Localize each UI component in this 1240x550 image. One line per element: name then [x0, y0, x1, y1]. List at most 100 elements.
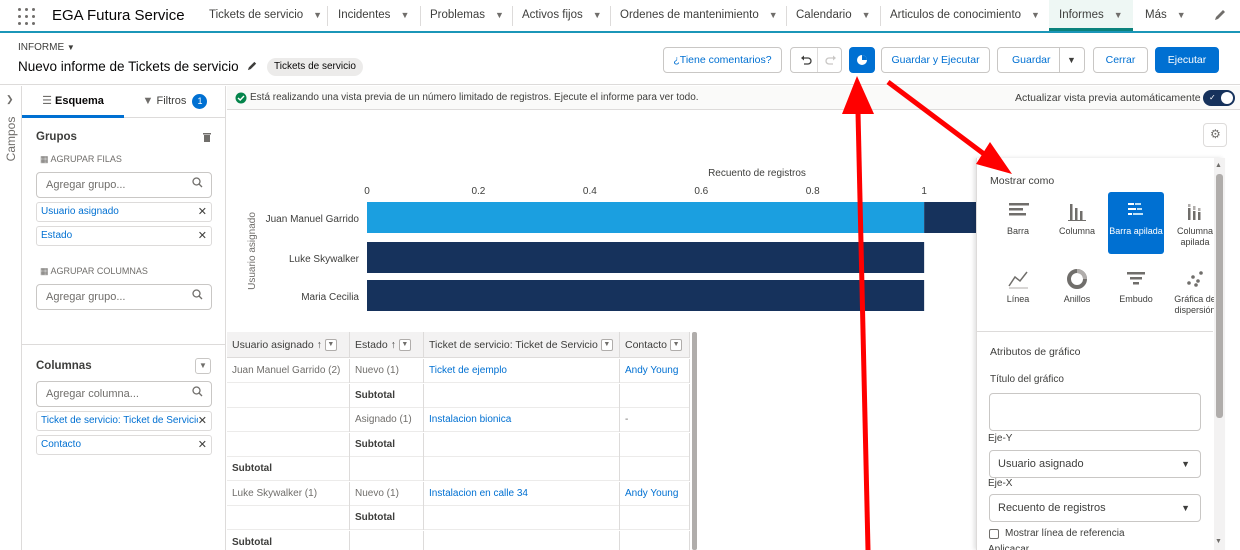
column-pill[interactable]: Contacto ✕ — [36, 435, 212, 455]
chevron-down-icon[interactable]: ▼ — [495, 10, 504, 20]
nav-tab-activos[interactable]: Activos fijos ▼ — [522, 0, 602, 31]
table-cell-estado: Asignado (1) — [350, 408, 424, 432]
table-cell-estado: Subtotal — [350, 383, 424, 408]
table-cell-user — [227, 408, 350, 432]
chevron-down-icon[interactable]: ▼ — [313, 10, 322, 20]
columns-title: Columnas — [36, 360, 92, 372]
chevron-right-icon[interactable]: ❯ — [6, 94, 14, 105]
edit-nav-icon[interactable] — [1213, 8, 1227, 25]
chevron-down-icon[interactable]: ▼ — [769, 10, 778, 20]
caret-down-icon[interactable]: ▼ — [600, 339, 613, 352]
col-header-usuario[interactable]: Usuario asignado ↑ ▼ — [227, 332, 350, 358]
chevron-down-icon[interactable]: ▼ — [1031, 10, 1040, 20]
panel-scrollbar-track[interactable]: ▲ ▼ — [1214, 158, 1225, 550]
chart-type-label: Barra — [1006, 226, 1029, 236]
col-header-contacto[interactable]: Contacto ▼ — [620, 332, 690, 358]
caret-down-icon[interactable]: ▼ — [1067, 48, 1076, 72]
tab-filters[interactable]: ▼ Filtros 1 — [124, 86, 226, 118]
close-button[interactable]: Cerrar — [1093, 47, 1148, 73]
edit-title-icon[interactable] — [247, 60, 258, 74]
table-cell-contacto — [620, 530, 690, 550]
table-cell-contacto[interactable]: Andy Young — [620, 481, 690, 506]
nav-tab-informes[interactable]: Informes ▼ — [1049, 0, 1133, 31]
column-pill[interactable]: Ticket de servicio: Ticket de Servicio ✕ — [36, 411, 212, 431]
x-axis-select[interactable]: Recuento de registros ▼ — [989, 494, 1201, 522]
tab-outline[interactable]: ☰ Esquema — [22, 86, 124, 118]
pill-label: Estado — [41, 230, 73, 241]
save-button[interactable]: Guardar — [1012, 54, 1051, 66]
close-icon[interactable]: ✕ — [198, 227, 207, 245]
nav-tab-incidentes[interactable]: Incidentes ▼ — [338, 0, 409, 31]
add-row-group-input[interactable]: Agregar grupo... — [36, 172, 212, 198]
y-tick-label: Luke Skywalker — [289, 254, 360, 265]
table-cell-ticket[interactable]: Instalacion bionica — [424, 408, 620, 432]
table-row: Asignado (1) Instalacion bionica - — [227, 408, 690, 432]
caret-down-icon[interactable]: ▼ — [324, 339, 337, 352]
caret-down-icon[interactable]: ▼ — [1215, 538, 1222, 545]
add-col-group-input[interactable]: Agregar grupo... — [36, 284, 212, 310]
scrollbar-thumb[interactable] — [1216, 174, 1223, 418]
nav-separator — [786, 6, 787, 26]
row-group-pill[interactable]: Estado ✕ — [36, 226, 212, 246]
chevron-down-icon[interactable]: ▼ — [1114, 10, 1123, 20]
fields-rail[interactable]: ❯ Campos — [0, 86, 22, 550]
chart-type-label: Anillos — [1063, 294, 1091, 304]
caret-up-icon[interactable]: ▲ — [1215, 162, 1222, 169]
y-axis-select[interactable]: Usuario asignado ▼ — [989, 450, 1201, 478]
delete-groups-icon[interactable] — [202, 131, 212, 145]
sort-asc-icon[interactable]: ↑ — [391, 339, 396, 351]
redo-icon[interactable] — [821, 48, 841, 75]
columns-menu-button[interactable]: ▼ — [195, 358, 211, 374]
nav-separator — [610, 6, 611, 26]
chevron-down-icon[interactable]: ▼ — [400, 10, 409, 20]
nav-tab-articulos[interactable]: Articulos de conocimiento ▼ — [890, 0, 1040, 31]
chart-title-input[interactable] — [989, 393, 1201, 431]
table-cell-ticket[interactable]: Instalacion en calle 34 — [424, 481, 620, 506]
display-as-title: Mostrar como — [990, 175, 1055, 187]
nav-tab-problemas[interactable]: Problemas ▼ — [430, 0, 504, 31]
close-icon[interactable]: ✕ — [198, 436, 207, 454]
add-column-input[interactable]: Agregar columna... — [36, 381, 212, 407]
table-scrollbar[interactable] — [692, 332, 697, 550]
chart-toggle-button[interactable] — [849, 47, 875, 73]
caret-down-icon[interactable]: ▼ — [398, 339, 411, 352]
chart-settings-button[interactable]: ⚙ — [1203, 123, 1227, 147]
chevron-down-icon[interactable]: ▼ — [862, 10, 871, 20]
save-run-button[interactable]: Guardar y Ejecutar — [881, 47, 990, 73]
close-icon[interactable]: ✕ — [197, 412, 207, 430]
table-body: Juan Manuel Garrido (2) Nuevo (1) Ticket d… — [227, 359, 690, 550]
caret-down-icon[interactable]: ▼ — [1177, 10, 1186, 20]
nav-tab-tickets[interactable]: Tickets de servicio ▼ — [209, 0, 322, 31]
nav-tab-ordenes[interactable]: Ordenes de mantenimiento ▼ — [620, 0, 778, 31]
table-cell-estado — [350, 457, 424, 481]
row-group-pill[interactable]: Usuario asignado ✕ — [36, 202, 212, 222]
caret-down-icon[interactable]: ▼ — [670, 339, 683, 352]
table-cell-ticket[interactable]: Ticket de ejemplo — [424, 359, 620, 383]
object-type[interactable]: INFORME ▼ — [18, 42, 75, 53]
chart-type-option[interactable]: Columna — [1049, 192, 1105, 254]
chart-type-option[interactable]: Embudo — [1108, 260, 1164, 322]
rows-icon: ▦ — [40, 154, 49, 164]
table-row: Luke Skywalker (1) Nuevo (1) Instalacion e… — [227, 481, 690, 506]
run-button[interactable]: Ejecutar — [1155, 47, 1219, 73]
nav-tab-calendario[interactable]: Calendario ▼ — [796, 0, 871, 31]
col-header-estado[interactable]: Estado ↑ ▼ — [350, 332, 424, 358]
chevron-down-icon[interactable]: ▼ — [593, 10, 602, 20]
chart-type-option[interactable]: Barra apilada — [1108, 192, 1164, 254]
sort-asc-icon[interactable]: ↑ — [317, 339, 322, 351]
outline-panel: ☰ Esquema ▼ Filtros 1 Grupos ▦ AGRUPAR F… — [22, 86, 226, 550]
app-launcher-icon[interactable] — [18, 8, 35, 25]
caret-down-icon[interactable]: ▼ — [67, 43, 75, 52]
nav-tab-label: Informes — [1059, 9, 1104, 21]
close-icon[interactable]: ✕ — [198, 203, 207, 221]
chart-type-option[interactable]: Línea — [990, 260, 1046, 322]
nav-tab-mas[interactable]: Más ▼ — [1145, 0, 1186, 31]
feedback-button[interactable]: ¿Tiene comentarios? — [663, 47, 782, 73]
auto-preview-toggle[interactable]: ✓ — [1203, 90, 1235, 106]
chart-type-option[interactable]: Barra — [990, 192, 1046, 254]
chart-type-option[interactable]: Anillos — [1049, 260, 1105, 322]
col-header-ticket[interactable]: Ticket de servicio: Ticket de Servicio ▼ — [424, 332, 620, 358]
undo-icon[interactable] — [796, 48, 816, 75]
table-cell-contacto[interactable]: Andy Young — [620, 359, 690, 383]
ref-line-checkbox[interactable] — [989, 529, 999, 539]
